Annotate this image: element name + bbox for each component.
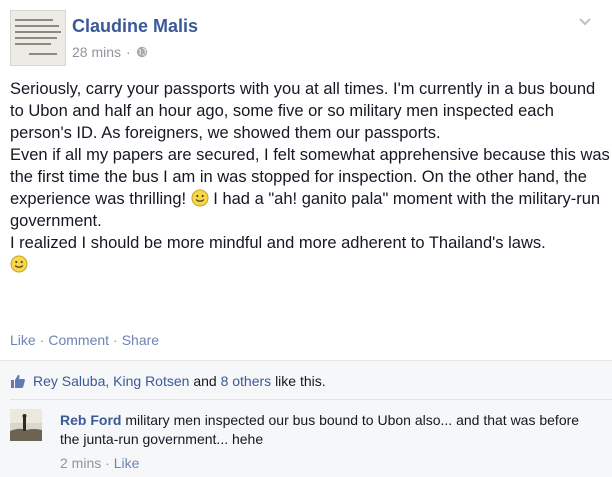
likers-names-link[interactable]: Rey Saluba, King Rotsen [33,373,189,389]
action-separator: · [113,332,118,348]
comment-meta: 2 mins · Like [60,455,139,471]
smiley-icon [10,255,28,273]
comment-button[interactable]: Comment [48,332,109,348]
smiley-icon [191,189,209,207]
likes-and-text: and [193,373,217,389]
divider [10,399,612,400]
commenter-avatar[interactable] [10,409,42,441]
likers-others-link[interactable]: 8 others [221,373,272,389]
like-button[interactable]: Like [10,332,36,348]
thumbs-up-icon [11,374,25,388]
post-timestamp[interactable]: 28 mins [72,44,121,60]
post-paragraph: Seriously, carry your passports with you… [10,80,596,142]
comment-separator: · [105,455,110,471]
author-name[interactable]: Claudine Malis [72,16,198,37]
likes-suffix: like this. [275,373,326,389]
comment-text: military men inspected our bus bound to … [60,412,580,447]
post-paragraph: Even if all my papers are secured, I fel… [10,144,610,232]
commenter-name[interactable]: Reb Ford [60,412,121,428]
chevron-down-icon[interactable] [578,14,592,28]
post-meta: 28 mins · [72,44,148,60]
facebook-post: Claudine Malis 28 mins · Seriously, carr… [0,0,612,477]
likes-summary: Rey Saluba, King Rotsen and 8 others lik… [10,373,326,389]
meta-separator: · [126,44,131,60]
feedback-section: Rey Saluba, King Rotsen and 8 others lik… [0,360,612,477]
post-paragraph: I realized I should be more mindful and … [10,234,546,252]
post-header: Claudine Malis 28 mins · [10,10,610,66]
comment-body: Reb Ford military men inspected our bus … [60,411,590,449]
comment-timestamp[interactable]: 2 mins [60,455,101,471]
post-body: Seriously, carry your passports with you… [10,78,610,276]
action-separator: · [39,332,45,348]
author-avatar[interactable] [10,10,66,66]
globe-icon[interactable] [136,46,148,58]
share-button[interactable]: Share [122,332,159,348]
post-actions: Like · Comment · Share [10,332,159,348]
post-paragraph [10,254,610,276]
comment-like-button[interactable]: Like [114,455,140,471]
